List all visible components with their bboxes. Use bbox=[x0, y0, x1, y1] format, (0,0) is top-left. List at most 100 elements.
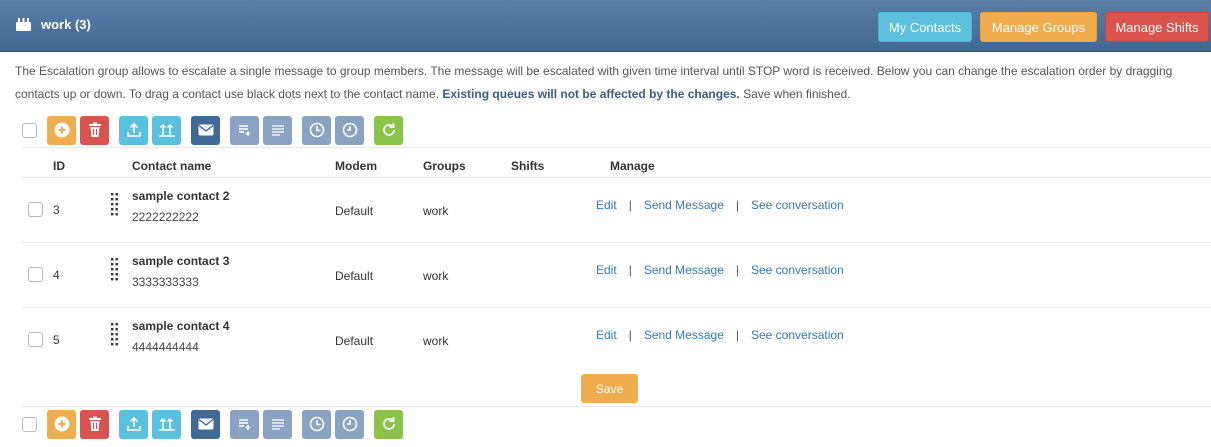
add-icon bbox=[54, 416, 69, 432]
manage-shifts-button[interactable]: Manage Shifts bbox=[1105, 12, 1209, 42]
description-tail: Save when finished. bbox=[743, 87, 851, 101]
upload-button[interactable] bbox=[119, 115, 148, 145]
send-message-link[interactable]: Send Message bbox=[644, 263, 724, 277]
refresh-button[interactable] bbox=[374, 115, 403, 145]
row-id: 3 bbox=[53, 203, 60, 217]
add-button[interactable] bbox=[47, 115, 76, 145]
divider bbox=[22, 147, 1211, 148]
add-button[interactable] bbox=[47, 409, 76, 439]
send-message-link[interactable]: Send Message bbox=[644, 328, 724, 342]
column-header-shifts: Shifts bbox=[511, 159, 545, 173]
group-value: work bbox=[423, 269, 449, 283]
row-checkbox[interactable] bbox=[28, 267, 43, 282]
toolbar-bottom bbox=[22, 409, 407, 439]
drag-handle-icon[interactable] bbox=[111, 191, 119, 221]
upload-button[interactable] bbox=[119, 409, 148, 439]
list-icon bbox=[271, 419, 284, 430]
envelope-icon bbox=[198, 124, 213, 136]
add-icon bbox=[54, 122, 69, 138]
contact-name: sample contact 3 bbox=[132, 254, 230, 268]
contact-name: sample contact 4 bbox=[132, 319, 230, 333]
see-conversation-link[interactable]: See conversation bbox=[751, 198, 844, 212]
panel-title: work (3) bbox=[41, 17, 91, 32]
manage-actions: Edit | Send Message | See conversation bbox=[596, 263, 844, 277]
contact-name: sample contact 2 bbox=[132, 189, 230, 203]
contact-number: 3333333333 bbox=[132, 275, 199, 289]
description: The Escalation group allows to escalate … bbox=[15, 60, 1205, 106]
upload-all-button[interactable] bbox=[152, 115, 181, 145]
panel-header: work (3) My Contacts Manage Groups Manag… bbox=[0, 0, 1211, 52]
separator: | bbox=[628, 198, 632, 212]
separator: | bbox=[735, 198, 739, 212]
group-value: work bbox=[423, 204, 449, 218]
upload-all-button[interactable] bbox=[152, 409, 181, 439]
row-id: 5 bbox=[53, 333, 60, 347]
send-message-link[interactable]: Send Message bbox=[644, 198, 724, 212]
table-row[interactable]: 5 sample contact 4 4444444444 Default wo… bbox=[0, 308, 1211, 372]
column-header-groups: Groups bbox=[423, 159, 466, 173]
message-button[interactable] bbox=[191, 409, 220, 439]
row-checkbox[interactable] bbox=[28, 202, 43, 217]
toolbar-top bbox=[22, 115, 407, 145]
modem-value: Default bbox=[335, 269, 374, 283]
divider bbox=[22, 406, 1211, 407]
manage-actions: Edit | Send Message | See conversation bbox=[596, 198, 844, 212]
delete-button[interactable] bbox=[80, 115, 109, 145]
group-icon bbox=[16, 18, 31, 31]
panel-title-wrap: work (3) bbox=[15, 17, 91, 32]
modem-value: Default bbox=[335, 334, 374, 348]
message-button[interactable] bbox=[191, 115, 220, 145]
schedule-alt-button[interactable] bbox=[335, 115, 364, 145]
manage-actions: Edit | Send Message | See conversation bbox=[596, 328, 844, 342]
schedule-button[interactable] bbox=[302, 409, 331, 439]
delete-button[interactable] bbox=[80, 409, 109, 439]
upload-all-icon bbox=[158, 123, 175, 137]
list-add-icon bbox=[238, 125, 250, 136]
delete-icon bbox=[88, 122, 101, 137]
list-add-button[interactable] bbox=[230, 115, 259, 145]
see-conversation-link[interactable]: See conversation bbox=[751, 263, 844, 277]
upload-icon bbox=[126, 122, 141, 137]
table-row[interactable]: 4 sample contact 3 3333333333 Default wo… bbox=[0, 243, 1211, 307]
select-all-checkbox[interactable] bbox=[22, 416, 37, 432]
contact-number: 4444444444 bbox=[132, 340, 199, 354]
manage-groups-button[interactable]: Manage Groups bbox=[980, 12, 1097, 42]
separator: | bbox=[628, 328, 632, 342]
refresh-button[interactable] bbox=[374, 409, 403, 439]
table-row[interactable]: 3 sample contact 2 2222222222 Default wo… bbox=[0, 178, 1211, 242]
refresh-icon bbox=[382, 123, 395, 136]
upload-icon bbox=[126, 416, 141, 431]
see-conversation-link[interactable]: See conversation bbox=[751, 328, 844, 342]
my-contacts-button[interactable]: My Contacts bbox=[878, 12, 972, 42]
schedule-button[interactable] bbox=[302, 115, 331, 145]
clock-alt-icon bbox=[342, 122, 357, 138]
group-value: work bbox=[423, 334, 449, 348]
separator: | bbox=[628, 263, 632, 277]
edit-link[interactable]: Edit bbox=[596, 328, 617, 342]
refresh-icon bbox=[382, 417, 395, 430]
edit-link[interactable]: Edit bbox=[596, 198, 617, 212]
drag-handle-icon[interactable] bbox=[111, 321, 119, 351]
modem-value: Default bbox=[335, 204, 374, 218]
clock-icon bbox=[309, 416, 324, 432]
column-header-manage: Manage bbox=[610, 159, 655, 173]
save-button[interactable]: Save bbox=[581, 374, 638, 403]
description-bold: Existing queues will not be affected by … bbox=[442, 87, 740, 101]
column-header-id: ID bbox=[53, 159, 65, 173]
column-header-modem: Modem bbox=[335, 159, 377, 173]
upload-all-icon bbox=[158, 417, 175, 431]
row-checkbox[interactable] bbox=[28, 332, 43, 347]
row-id: 4 bbox=[53, 268, 60, 282]
column-header-contact-name: Contact name bbox=[132, 159, 212, 173]
contact-number: 2222222222 bbox=[132, 210, 199, 224]
list-add-icon bbox=[238, 419, 250, 430]
schedule-alt-button[interactable] bbox=[335, 409, 364, 439]
list-icon bbox=[271, 125, 284, 136]
edit-link[interactable]: Edit bbox=[596, 263, 617, 277]
list-add-button[interactable] bbox=[230, 409, 259, 439]
clock-icon bbox=[309, 122, 324, 138]
list-button[interactable] bbox=[263, 115, 292, 145]
drag-handle-icon[interactable] bbox=[111, 256, 119, 286]
select-all-checkbox[interactable] bbox=[22, 122, 37, 138]
list-button[interactable] bbox=[263, 409, 292, 439]
